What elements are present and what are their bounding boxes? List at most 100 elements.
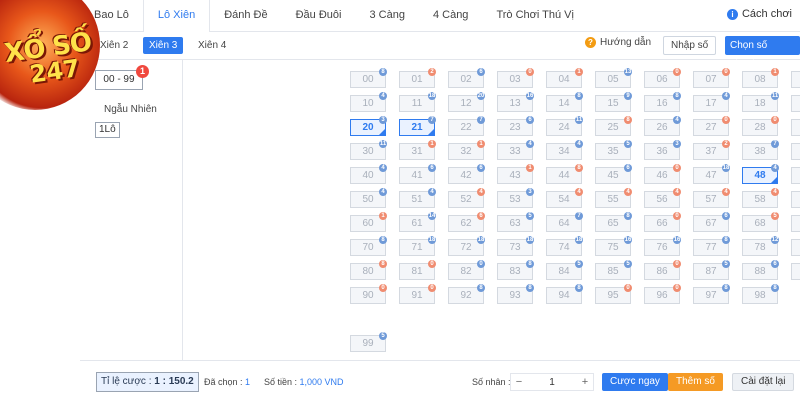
- number-cell-86[interactable]: 86 0: [644, 260, 681, 280]
- number-cell-92[interactable]: 92 8: [448, 284, 485, 304]
- number-cell-87[interactable]: 87 5: [693, 260, 730, 280]
- number-cell-99[interactable]: 99 5: [350, 332, 387, 352]
- subtab-xien-4[interactable]: Xiên 4: [192, 37, 232, 54]
- subtab-xien-2[interactable]: Xiên 2: [94, 37, 134, 54]
- number-cell-71[interactable]: 71 18: [399, 236, 436, 256]
- number-cell-98[interactable]: 98 8: [742, 284, 779, 304]
- number-cell-74[interactable]: 74 18: [546, 236, 583, 256]
- number-cell-57[interactable]: 57 4: [693, 188, 730, 208]
- number-cell-44[interactable]: 44 8: [546, 164, 583, 184]
- number-cell-37[interactable]: 37 2: [693, 140, 730, 160]
- number-cell-28[interactable]: 28 0: [742, 116, 779, 136]
- number-cell-95[interactable]: 95 0: [595, 284, 632, 304]
- number-cell-79[interactable]: 795: [791, 239, 800, 256]
- number-cell-63[interactable]: 63 5: [497, 212, 534, 232]
- quick-pick-button[interactable]: Chọn số nhanh: [725, 36, 800, 70]
- number-cell-15[interactable]: 15 9: [595, 92, 632, 112]
- number-cell-05[interactable]: 05 13: [595, 68, 632, 88]
- reset-button[interactable]: Cài đặt lại: [732, 373, 795, 391]
- number-cell-72[interactable]: 72 18: [448, 236, 485, 256]
- number-cell-83[interactable]: 83 8: [497, 260, 534, 280]
- number-cell-14[interactable]: 14 8: [546, 92, 583, 112]
- number-cell-29[interactable]: 295: [791, 119, 800, 136]
- tab-lo-xien[interactable]: Lô Xiên: [142, 0, 211, 32]
- plus-button[interactable]: +: [577, 376, 593, 388]
- tab-tro-choi-thu-vi[interactable]: Trò Chơi Thú Vị: [482, 0, 588, 31]
- number-cell-38[interactable]: 38 7: [742, 140, 779, 160]
- number-cell-59[interactable]: 594: [791, 191, 800, 208]
- number-cell-00[interactable]: 00 8: [350, 68, 387, 88]
- number-cell-65[interactable]: 65 8: [595, 212, 632, 232]
- tab-danh-de[interactable]: Đánh Đề: [210, 0, 281, 31]
- number-cell-58[interactable]: 58 4: [742, 188, 779, 208]
- number-cell-43[interactable]: 43 1: [497, 164, 534, 184]
- number-cell-20[interactable]: 20 3: [350, 116, 387, 136]
- number-cell-01[interactable]: 01 2: [399, 68, 436, 88]
- number-cell-94[interactable]: 94 8: [546, 284, 583, 304]
- number-cell-56[interactable]: 56 4: [644, 188, 681, 208]
- number-cell-48[interactable]: 48 4: [742, 164, 779, 184]
- number-cell-78[interactable]: 78 12: [742, 236, 779, 256]
- number-cell-08[interactable]: 08 1: [742, 68, 779, 88]
- number-cell-41[interactable]: 41 6: [399, 164, 436, 184]
- number-cell-66[interactable]: 66 0: [644, 212, 681, 232]
- number-cell-60[interactable]: 60 1: [350, 212, 387, 232]
- number-cell-11[interactable]: 11 18: [399, 92, 436, 112]
- number-cell-13[interactable]: 13 16: [497, 92, 534, 112]
- number-cell-62[interactable]: 62 6: [448, 212, 485, 232]
- number-cell-36[interactable]: 36 3: [644, 140, 681, 160]
- number-cell-50[interactable]: 50 4: [350, 188, 387, 208]
- number-cell-52[interactable]: 52 4: [448, 188, 485, 208]
- number-cell-68[interactable]: 68 5: [742, 212, 779, 232]
- number-cell-27[interactable]: 27 0: [693, 116, 730, 136]
- number-cell-12[interactable]: 12 20: [448, 92, 485, 112]
- number-cell-91[interactable]: 91 0: [399, 284, 436, 304]
- number-cell-51[interactable]: 51 4: [399, 188, 436, 208]
- number-cell-46[interactable]: 46 0: [644, 164, 681, 184]
- number-cell-88[interactable]: 88 6: [742, 260, 779, 280]
- minus-button[interactable]: −: [511, 376, 527, 388]
- number-cell-32[interactable]: 32 1: [448, 140, 485, 160]
- number-cell-09[interactable]: 098: [791, 71, 800, 88]
- random-button[interactable]: Ngẫu Nhiên: [104, 104, 157, 115]
- number-cell-53[interactable]: 53 3: [497, 188, 534, 208]
- number-cell-07[interactable]: 07 0: [693, 68, 730, 88]
- number-cell-31[interactable]: 31 1: [399, 140, 436, 160]
- how-to-play-link[interactable]: i Cách chơi: [726, 8, 792, 20]
- number-cell-49[interactable]: 492: [791, 167, 800, 184]
- number-cell-61[interactable]: 61 14: [399, 212, 436, 232]
- number-cell-81[interactable]: 81 0: [399, 260, 436, 280]
- number-cell-30[interactable]: 30 11: [350, 140, 387, 160]
- number-cell-85[interactable]: 85 5: [595, 260, 632, 280]
- number-cell-03[interactable]: 03 0: [497, 68, 534, 88]
- number-cell-16[interactable]: 16 8: [644, 92, 681, 112]
- number-cell-70[interactable]: 70 8: [350, 236, 387, 256]
- tab-dau-duoi[interactable]: Đầu Đuôi: [282, 0, 356, 31]
- number-cell-25[interactable]: 25 8: [595, 116, 632, 136]
- number-cell-02[interactable]: 02 6: [448, 68, 485, 88]
- add-number-button[interactable]: Thêm số: [668, 373, 723, 391]
- multiplier-input[interactable]: 1: [527, 377, 577, 388]
- number-cell-21[interactable]: 21 7: [399, 116, 436, 136]
- number-cell-17[interactable]: 17 4: [693, 92, 730, 112]
- number-cell-90[interactable]: 90 0: [350, 284, 387, 304]
- number-cell-22[interactable]: 22 7: [448, 116, 485, 136]
- number-cell-64[interactable]: 64 7: [546, 212, 583, 232]
- number-cell-26[interactable]: 26 4: [644, 116, 681, 136]
- bet-now-button[interactable]: Cược ngay: [602, 373, 668, 391]
- manual-input-button[interactable]: Nhập số: [663, 36, 717, 55]
- number-cell-54[interactable]: 54 4: [546, 188, 583, 208]
- number-cell-45[interactable]: 45 6: [595, 164, 632, 184]
- number-cell-19[interactable]: 195: [791, 95, 800, 112]
- guide-link[interactable]: ? Hướng dẫn: [585, 37, 651, 48]
- number-cell-39[interactable]: 394: [791, 143, 800, 160]
- number-cell-89[interactable]: 895: [791, 263, 800, 280]
- number-cell-04[interactable]: 04 1: [546, 68, 583, 88]
- number-cell-77[interactable]: 77 8: [693, 236, 730, 256]
- subtab-xien-3[interactable]: Xiên 3: [143, 37, 184, 54]
- number-cell-10[interactable]: 10 4: [350, 92, 387, 112]
- number-cell-73[interactable]: 73 18: [497, 236, 534, 256]
- number-cell-76[interactable]: 76 16: [644, 236, 681, 256]
- tab-4-cang[interactable]: 4 Càng: [419, 0, 482, 31]
- number-cell-93[interactable]: 93 8: [497, 284, 534, 304]
